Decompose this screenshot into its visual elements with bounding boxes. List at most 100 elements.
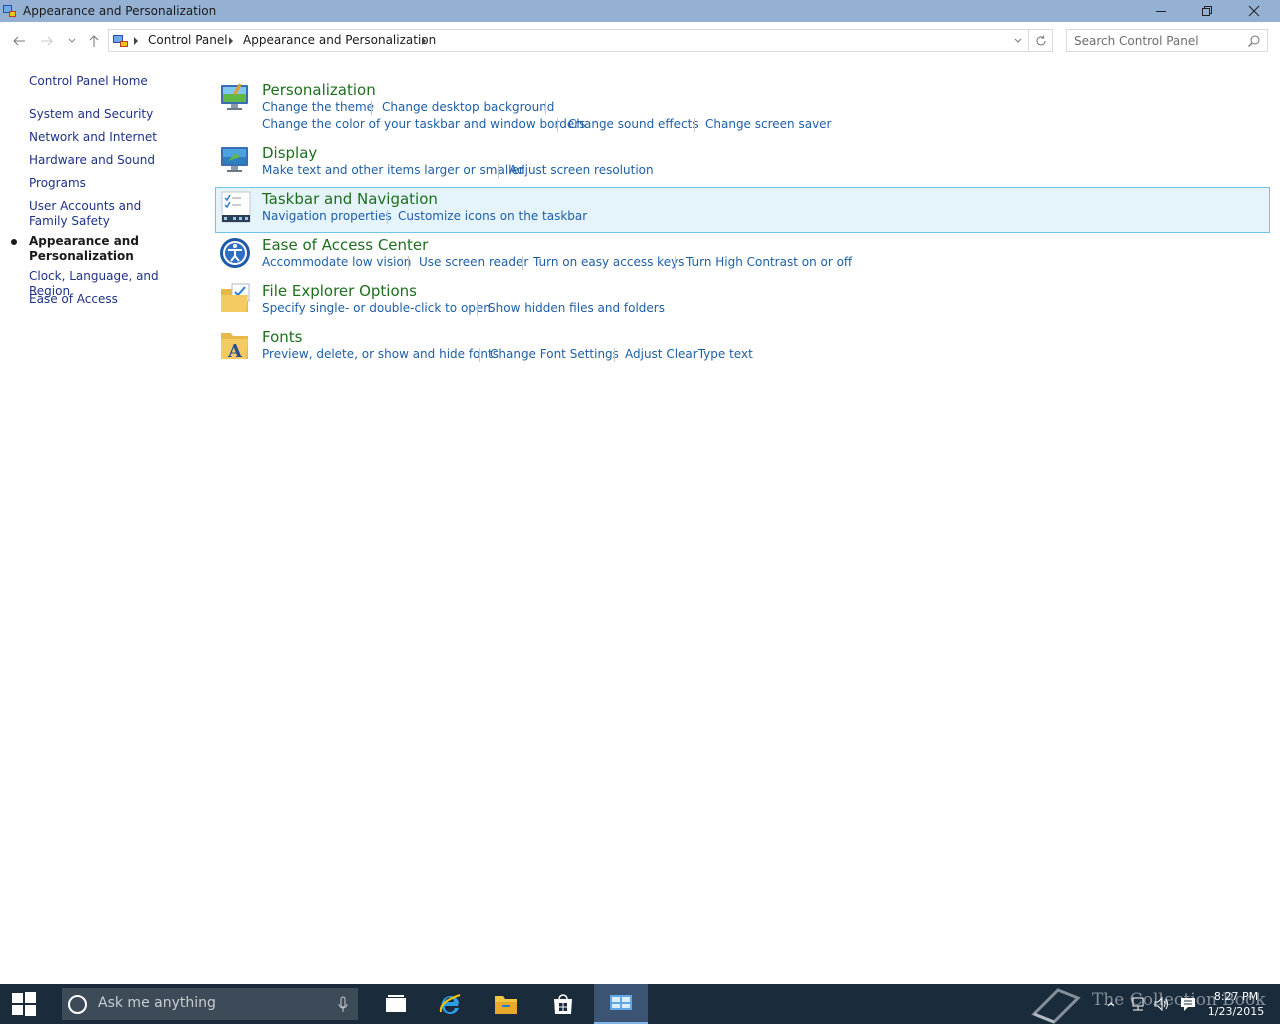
link-separator xyxy=(479,348,480,362)
sidebar-item-hardware-sound[interactable]: Hardware and Sound xyxy=(29,153,194,168)
chevron-right-icon[interactable] xyxy=(132,35,140,47)
chevron-up-icon xyxy=(1107,1002,1115,1007)
sidebar-item-system-security[interactable]: System and Security xyxy=(29,107,194,122)
chevron-right-icon[interactable] xyxy=(227,35,235,47)
link-separator xyxy=(498,164,499,178)
sidebar-item-ease-of-access[interactable]: Ease of Access xyxy=(29,292,194,307)
link-make-text-larger[interactable]: Make text and other items larger or smal… xyxy=(262,163,524,177)
restore-button[interactable] xyxy=(1184,0,1230,22)
network-icon xyxy=(1132,997,1144,1011)
folder-options-icon[interactable] xyxy=(218,281,252,315)
category-title-taskbar-navigation[interactable]: Taskbar and Navigation xyxy=(262,190,438,208)
link-single-double-click[interactable]: Specify single- or double-click to open xyxy=(262,301,491,315)
action-center-button[interactable] xyxy=(1176,984,1200,1024)
link-change-font-settings[interactable]: Change Font Settings xyxy=(490,347,619,361)
recent-locations-button[interactable] xyxy=(62,31,82,51)
current-item-bullet xyxy=(11,239,17,245)
taskbar-icon[interactable] xyxy=(219,190,253,224)
breadcrumb-control-panel[interactable]: Control Panel xyxy=(148,33,228,47)
svg-text:A: A xyxy=(227,341,243,361)
task-view-button[interactable] xyxy=(369,984,423,1024)
sidebar-item-network-internet[interactable]: Network and Internet xyxy=(29,130,194,145)
breadcrumb-appearance[interactable]: Appearance and Personalization xyxy=(243,33,436,47)
link-accommodate-low-vision[interactable]: Accommodate low vision xyxy=(262,255,411,269)
notifications-icon xyxy=(1181,998,1195,1011)
close-icon xyxy=(1248,5,1260,17)
link-separator xyxy=(675,256,676,270)
sidebar-item-programs[interactable]: Programs xyxy=(29,176,194,191)
category-ease-of-access: Ease of Access Center Accommodate low vi… xyxy=(215,233,1270,273)
address-bar[interactable]: Control Panel Appearance and Personaliza… xyxy=(108,29,1053,52)
sidebar-item-user-accounts[interactable]: User Accounts and Family Safety xyxy=(29,199,179,229)
link-separator xyxy=(477,302,478,316)
start-button[interactable] xyxy=(0,984,48,1024)
system-clock[interactable]: 8:27 PM 1/23/2015 xyxy=(1200,989,1272,1019)
file-explorer-button[interactable] xyxy=(479,984,533,1024)
category-taskbar-navigation[interactable]: Taskbar and Navigation Navigation proper… xyxy=(215,187,1270,233)
refresh-icon xyxy=(1036,34,1045,45)
clock-time: 8:27 PM xyxy=(1213,990,1259,1003)
link-easy-access-keys[interactable]: Turn on easy access keys xyxy=(533,255,684,269)
category-title-ease-of-access[interactable]: Ease of Access Center xyxy=(262,236,428,254)
cortana-search-box[interactable]: Ask me anything xyxy=(62,988,358,1020)
up-arrow-icon xyxy=(89,35,99,47)
forward-arrow-icon xyxy=(41,36,53,46)
minimize-icon xyxy=(1156,11,1166,12)
windows-logo-icon xyxy=(12,992,36,1016)
close-button[interactable] xyxy=(1231,0,1277,22)
link-change-theme[interactable]: Change the theme xyxy=(262,100,374,114)
cortana-icon xyxy=(68,995,87,1014)
refresh-button[interactable] xyxy=(1028,30,1052,51)
link-navigation-properties[interactable]: Navigation properties xyxy=(262,209,392,223)
link-use-screen-reader[interactable]: Use screen reader xyxy=(419,255,528,269)
category-display: Display Make text and other items larger… xyxy=(215,141,1270,181)
up-button[interactable] xyxy=(84,31,104,51)
control-panel-home-link[interactable]: Control Panel Home xyxy=(29,74,194,89)
volume-tray-button[interactable] xyxy=(1151,984,1173,1024)
display-icon[interactable] xyxy=(218,143,252,177)
address-dropdown-button[interactable] xyxy=(1010,32,1026,50)
link-preview-fonts[interactable]: Preview, delete, or show and hide fonts xyxy=(262,347,499,361)
link-separator xyxy=(408,256,409,270)
link-change-desktop-background[interactable]: Change desktop background xyxy=(382,100,554,114)
personalization-icon[interactable] xyxy=(218,80,252,114)
forward-button[interactable] xyxy=(37,31,57,51)
category-file-explorer-options: File Explorer Options Specify single- or… xyxy=(215,279,1270,319)
search-box[interactable] xyxy=(1066,29,1268,52)
control-panel-taskbar-button[interactable] xyxy=(594,984,648,1024)
store-icon xyxy=(554,994,572,1014)
store-button[interactable] xyxy=(536,984,590,1024)
link-customize-taskbar-icons[interactable]: Customize icons on the taskbar xyxy=(398,209,587,223)
show-hidden-icons-button[interactable] xyxy=(1102,984,1120,1024)
ease-of-access-icon[interactable] xyxy=(218,235,252,269)
link-change-sound-effects[interactable]: Change sound effects xyxy=(568,117,699,131)
fonts-icon[interactable]: A xyxy=(218,327,252,361)
category-title-fonts[interactable]: Fonts xyxy=(262,328,302,346)
link-separator xyxy=(522,256,523,270)
link-show-hidden-files[interactable]: Show hidden files and folders xyxy=(488,301,665,315)
link-adjust-cleartype[interactable]: Adjust ClearType text xyxy=(625,347,753,361)
chevron-right-icon[interactable] xyxy=(420,35,428,47)
link-separator xyxy=(387,210,388,224)
search-icon[interactable] xyxy=(1247,34,1261,48)
category-title-personalization[interactable]: Personalization xyxy=(262,81,376,99)
search-input[interactable] xyxy=(1067,30,1243,51)
file-explorer-icon xyxy=(495,996,517,1014)
control-panel-icon xyxy=(610,995,632,1010)
category-personalization: Personalization Change the theme Change … xyxy=(215,78,1270,134)
back-button[interactable] xyxy=(9,31,29,51)
volume-icon xyxy=(1154,996,1168,1012)
link-high-contrast[interactable]: Turn High Contrast on or off xyxy=(686,255,852,269)
link-change-taskbar-color[interactable]: Change the color of your taskbar and win… xyxy=(262,117,585,131)
internet-explorer-button[interactable] xyxy=(423,984,477,1024)
microphone-icon[interactable] xyxy=(337,996,349,1014)
link-separator xyxy=(557,118,558,132)
control-panel-icon xyxy=(113,35,128,47)
category-title-file-explorer-options[interactable]: File Explorer Options xyxy=(262,282,417,300)
category-title-display[interactable]: Display xyxy=(262,144,317,162)
chevron-down-icon xyxy=(1014,38,1022,43)
link-change-screen-saver[interactable]: Change screen saver xyxy=(705,117,832,131)
network-tray-button[interactable] xyxy=(1126,984,1150,1024)
link-adjust-screen-resolution[interactable]: Adjust screen resolution xyxy=(509,163,654,177)
minimize-button[interactable] xyxy=(1138,0,1184,22)
